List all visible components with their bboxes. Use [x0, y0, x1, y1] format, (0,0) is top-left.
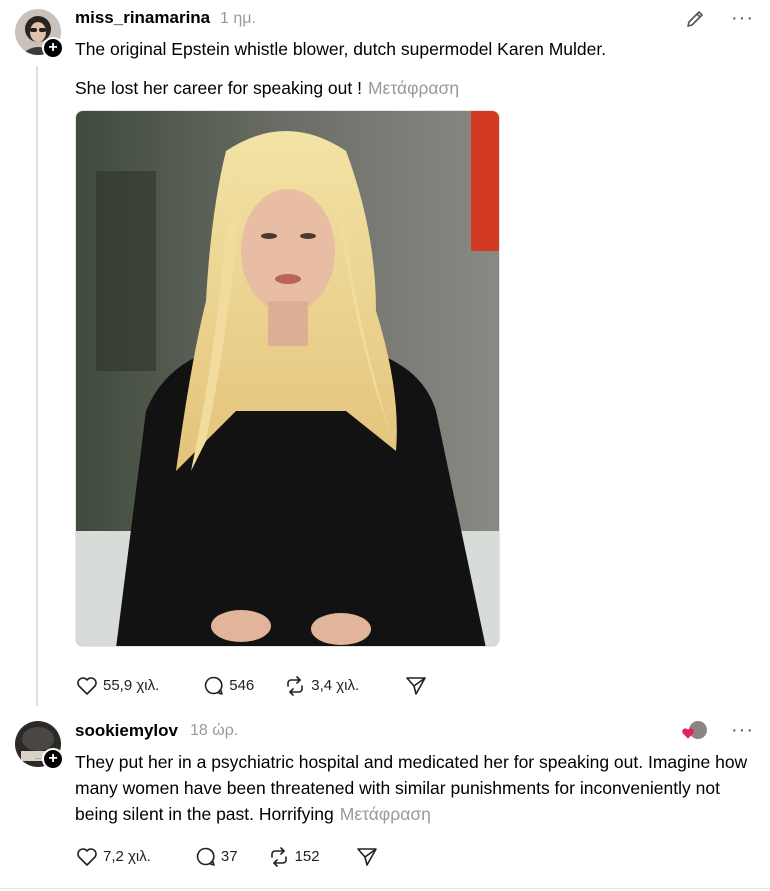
post-text-line1: The original Epstein whistle blower, dut… [75, 39, 607, 59]
comment-count: 37 [220, 848, 238, 865]
divider [0, 888, 770, 889]
comment-button[interactable]: 546 [203, 675, 254, 696]
heart-icon [76, 676, 98, 696]
repost-button[interactable]: 152 [268, 846, 320, 867]
post-photo[interactable] [75, 110, 500, 647]
thread-line [36, 66, 38, 706]
repost-count: 152 [294, 848, 320, 865]
like-count: 55,9 χιλ. [103, 677, 160, 694]
post-text-line2: She lost her career for speaking out ! [75, 78, 362, 98]
repost-button[interactable]: 3,4 χιλ. [284, 675, 360, 696]
username[interactable]: sookiemylov [75, 721, 178, 741]
repost-count: 3,4 χιλ. [311, 677, 360, 694]
heart-icon [76, 847, 98, 867]
repost-icon [284, 675, 306, 696]
action-bar: 55,9 χιλ. 546 3,4 χιλ. [76, 675, 427, 696]
comment-icon [195, 846, 216, 867]
like-button[interactable]: 7,2 χιλ. [76, 847, 151, 867]
comment-button[interactable]: 37 [195, 846, 238, 867]
more-icon[interactable]: ··· [731, 720, 754, 740]
share-button[interactable] [356, 847, 378, 867]
more-icon[interactable]: ··· [731, 8, 754, 28]
timestamp[interactable]: 18 ώρ. [190, 722, 238, 740]
follow-plus-icon[interactable]: + [42, 37, 64, 59]
share-button[interactable] [405, 676, 427, 696]
svg-text:...: ... [35, 754, 41, 761]
post-text: They put her in a psychiatric hospital a… [75, 749, 755, 827]
like-count: 7,2 χιλ. [103, 848, 151, 865]
heart-icon [681, 727, 695, 745]
action-bar: 7,2 χιλ. 37 152 [76, 846, 378, 867]
share-icon [405, 676, 427, 696]
comment-count: 546 [229, 677, 255, 694]
repost-icon [268, 846, 290, 867]
edit-pencil-icon[interactable] [685, 9, 705, 34]
translate-link[interactable]: Μετάφραση [340, 804, 431, 824]
like-button[interactable]: 55,9 χιλ. [76, 676, 159, 696]
liked-by-author-indicator [681, 720, 709, 742]
timestamp[interactable]: 1 ημ. [220, 10, 256, 28]
post-text-2: She lost her career for speaking out ! Με… [75, 75, 755, 101]
username[interactable]: miss_rinamarina [75, 8, 210, 28]
post-text: The original Epstein whistle blower, dut… [75, 36, 755, 62]
translate-link[interactable]: Μετάφραση [368, 78, 459, 98]
share-icon [356, 847, 378, 867]
comment-icon [203, 675, 224, 696]
follow-plus-icon[interactable]: + [42, 748, 64, 770]
